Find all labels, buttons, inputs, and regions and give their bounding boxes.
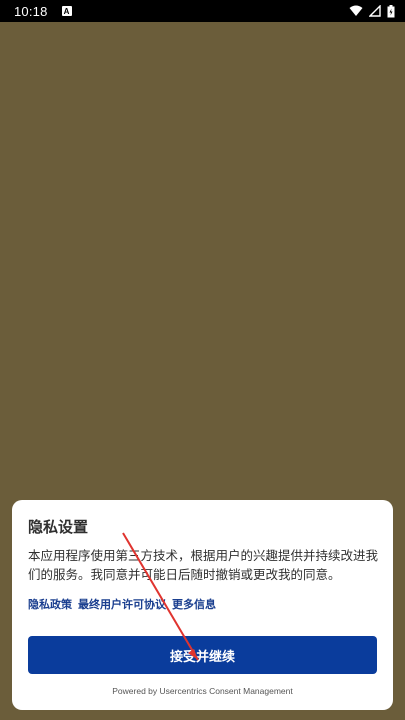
eula-link[interactable]: 最终用户许可协议 xyxy=(78,596,166,612)
powered-by-text: Powered by Usercentrics Consent Manageme… xyxy=(112,686,293,696)
wifi-icon xyxy=(349,5,363,16)
dialog-title: 隐私设置 xyxy=(28,518,89,536)
notification-a-icon: A xyxy=(61,6,72,16)
signal-icon xyxy=(369,5,381,17)
privacy-policy-link[interactable]: 隐私政策 xyxy=(28,596,72,612)
privacy-settings-dialog: 隐私设置 本应用程序使用第三方技术，根据用户的兴趣提供并持续改进我们的服务。我同… xyxy=(12,500,393,710)
battery-icon xyxy=(387,4,395,17)
status-time: 10:18 xyxy=(14,3,48,19)
accept-and-continue-button[interactable]: 接受并继续 xyxy=(28,636,377,674)
more-info-link[interactable]: 更多信息 xyxy=(172,596,216,612)
status-bar: 10:18 A xyxy=(0,0,405,22)
policy-links: 隐私政策 最终用户许可协议 更多信息 xyxy=(28,596,377,612)
status-indicators xyxy=(349,4,395,18)
dialog-description: 本应用程序使用第三方技术，根据用户的兴趣提供并持续改进我们的服务。我同意并可能日… xyxy=(28,548,379,582)
